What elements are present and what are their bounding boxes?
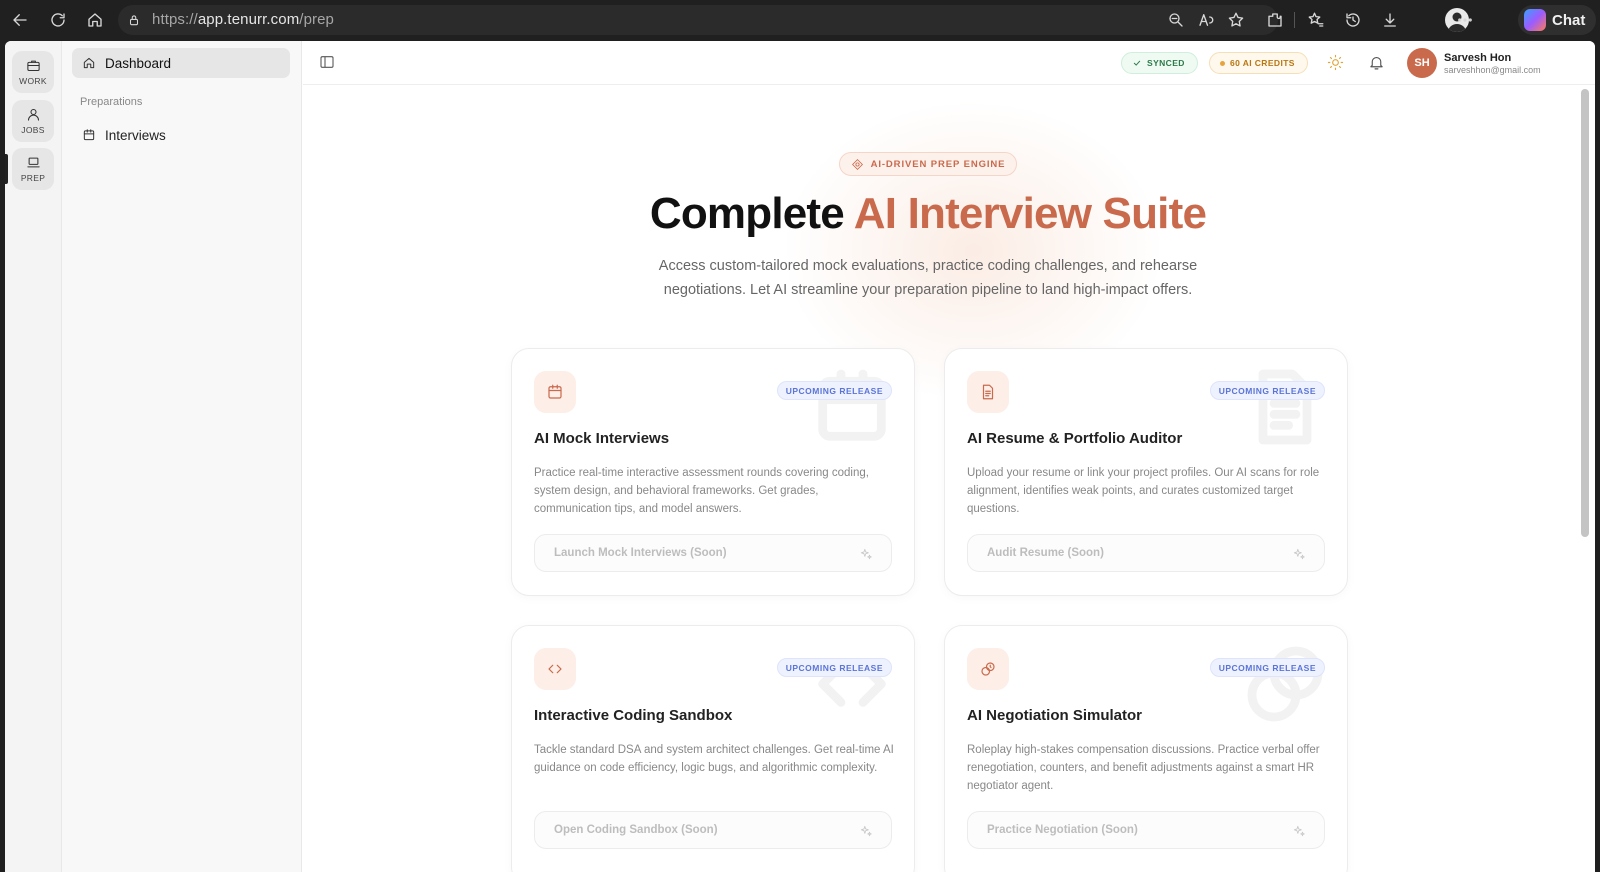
card-title: AI Mock Interviews (534, 430, 670, 447)
sidebar-toggle-icon[interactable] (319, 54, 337, 72)
card-title: AI Resume & Portfolio Auditor (967, 430, 1183, 447)
rail-item-work[interactable]: WORK (12, 51, 54, 93)
calendar-icon (83, 129, 95, 141)
rail-label-prep: PREP (20, 173, 46, 183)
home-icon[interactable] (83, 8, 107, 32)
card-resume-auditor: UPCOMING RELEASE AI Resume & Portfolio A… (944, 348, 1348, 596)
sidebar-item-dashboard[interactable]: Dashboard (72, 48, 290, 78)
card-description: Roleplay high-stakes compensation discus… (967, 744, 1320, 792)
page-subtitle: Access custom-tailored mock evaluations,… (658, 258, 1198, 298)
app-window: WORK JOBS PREP Dashboard Preparations In… (5, 41, 1595, 872)
check-icon (1133, 60, 1141, 66)
button-label: Audit Resume (Soon) (987, 547, 1104, 559)
zoom-icon[interactable] (1164, 8, 1188, 32)
engine-pill: AI-DRIVEN PREP ENGINE (839, 152, 1017, 176)
card-negotiation-simulator: UPCOMING RELEASE AI Negotiation Simulato… (944, 625, 1348, 872)
url-text: https://app.tenurr.com/prep (152, 11, 334, 28)
sun-icon[interactable] (1327, 54, 1345, 72)
extensions-icon[interactable] (1263, 8, 1287, 32)
back-icon[interactable] (8, 8, 32, 32)
sparkle-icon (1293, 825, 1305, 837)
button-label: Open Coding Sandbox (Soon) (554, 824, 718, 836)
coins-icon (967, 648, 1009, 690)
button-label: Launch Mock Interviews (Soon) (554, 547, 727, 559)
upcoming-release-badge: UPCOMING RELEASE (776, 658, 892, 677)
downloads-icon[interactable] (1378, 8, 1402, 32)
audit-resume-button[interactable]: Audit Resume (Soon) (967, 534, 1325, 572)
card-coding-sandbox: UPCOMING RELEASE Interactive Coding Sand… (511, 625, 915, 872)
title-main: Complete (649, 189, 854, 238)
read-aloud-icon[interactable] (1194, 8, 1218, 32)
home-icon (83, 57, 95, 69)
user-icon (27, 108, 39, 121)
sparkle-icon (860, 825, 872, 837)
credits-label: 60 AI CREDITS (1230, 58, 1295, 68)
open-coding-sandbox-button[interactable]: Open Coding Sandbox (Soon) (534, 811, 892, 849)
sparkle-icon (860, 548, 872, 560)
address-bar[interactable]: https://app.tenurr.com/prep (118, 5, 1278, 35)
synced-label: SYNCED (1147, 58, 1185, 68)
target-icon (851, 158, 863, 170)
sidebar: Dashboard Preparations Interviews (62, 41, 302, 872)
rail-item-jobs[interactable]: JOBS (12, 100, 54, 142)
page-title: Complete AI Interview Suite (303, 189, 1553, 239)
lock-icon[interactable] (122, 8, 146, 32)
code-icon (534, 648, 576, 690)
credits-dot-icon (1220, 60, 1225, 66)
favorite-star-icon[interactable] (1224, 8, 1248, 32)
calendar-watermark-icon (808, 363, 896, 451)
copilot-icon (1524, 9, 1546, 31)
app-rail: WORK JOBS PREP (5, 41, 62, 872)
card-title: Interactive Coding Sandbox (534, 707, 733, 724)
upcoming-release-badge: UPCOMING RELEASE (1209, 658, 1325, 677)
briefcase-icon (26, 60, 40, 72)
calendar-icon (534, 371, 576, 413)
launch-mock-interviews-button[interactable]: Launch Mock Interviews (Soon) (534, 534, 892, 572)
bell-icon[interactable] (1368, 54, 1386, 72)
user-email: sarveshhon@gmail.com (1444, 65, 1541, 75)
copilot-chat-button[interactable]: Chat (1518, 5, 1596, 35)
top-bar: SYNCED 60 AI CREDITS SH Sarvesh Hon sarv… (303, 41, 1595, 85)
rail-active-indicator (5, 154, 8, 184)
ai-credits-badge[interactable]: 60 AI CREDITS (1209, 52, 1308, 74)
main-content: SYNCED 60 AI CREDITS SH Sarvesh Hon sarv… (303, 41, 1595, 872)
sidebar-item-label: Dashboard (105, 55, 172, 71)
rail-label-work: WORK (19, 76, 47, 86)
reload-icon[interactable] (46, 8, 70, 32)
card-description: Tackle standard DSA and system architect… (534, 744, 894, 774)
sidebar-section-label: Preparations (80, 96, 143, 108)
favorites-icon[interactable] (1304, 8, 1328, 32)
rail-item-prep[interactable]: PREP (12, 148, 54, 190)
sidebar-item-label: Interviews (105, 127, 166, 143)
document-watermark-icon (1241, 363, 1329, 451)
document-icon (967, 371, 1009, 413)
card-mock-interviews: UPCOMING RELEASE AI Mock Interviews Prac… (511, 348, 915, 596)
rail-label-jobs: JOBS (21, 125, 45, 135)
engine-pill-label: AI-DRIVEN PREP ENGINE (870, 158, 1006, 170)
coins-watermark-icon (1241, 640, 1329, 728)
more-icon[interactable] (1453, 8, 1477, 32)
title-accent: AI Interview Suite (853, 189, 1207, 238)
card-description: Upload your resume or link your project … (967, 467, 1320, 515)
button-label: Practice Negotiation (Soon) (987, 824, 1138, 836)
code-watermark-icon (808, 640, 896, 728)
toolbar-divider (1294, 12, 1295, 28)
card-title: AI Negotiation Simulator (967, 707, 1143, 724)
sparkle-icon (1293, 548, 1305, 560)
avatar[interactable]: SH (1407, 48, 1437, 78)
history-icon[interactable] (1341, 8, 1365, 32)
scrollbar[interactable] (1581, 89, 1589, 537)
synced-badge: SYNCED (1121, 52, 1198, 74)
upcoming-release-badge: UPCOMING RELEASE (1209, 381, 1325, 400)
laptop-icon (26, 157, 40, 168)
sidebar-item-interviews[interactable]: Interviews (72, 120, 290, 150)
upcoming-release-badge: UPCOMING RELEASE (776, 381, 892, 400)
card-description: Practice real-time interactive assessmen… (534, 467, 869, 515)
chat-label: Chat (1552, 11, 1586, 29)
practice-negotiation-button[interactable]: Practice Negotiation (Soon) (967, 811, 1325, 849)
user-name: Sarvesh Hon (1444, 52, 1512, 64)
browser-toolbar: https://app.tenurr.com/prep Chat (0, 0, 1600, 40)
